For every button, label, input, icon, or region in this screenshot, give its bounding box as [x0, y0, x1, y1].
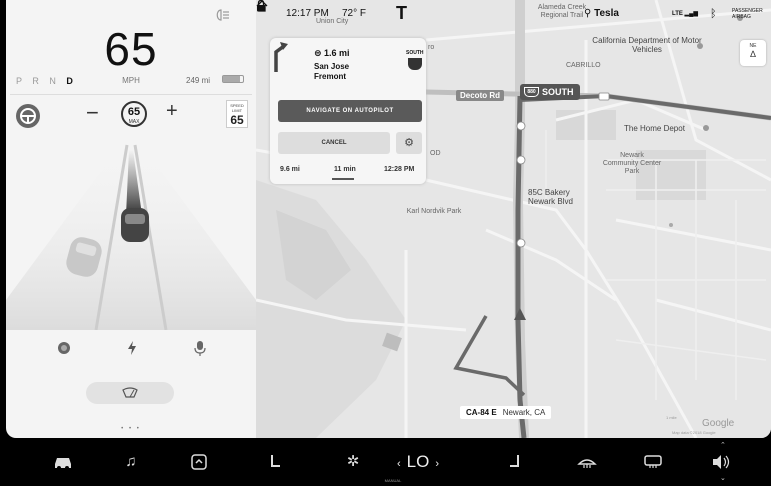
lte-label: LTE [672, 11, 683, 17]
own-car-icon [121, 208, 149, 242]
volume-icon[interactable] [710, 452, 732, 472]
road-label-decoto: Decoto Rd [456, 90, 504, 101]
shield-direction: SOUTH [406, 50, 424, 56]
homelink-icon[interactable] [256, 0, 268, 12]
tesla-screen: 65 P R N D MPH 249 mi − 65 MAX + SPEED L… [6, 0, 771, 486]
profile-name: Tesla [594, 8, 619, 19]
compass-button[interactable]: NE ∆ [740, 40, 766, 66]
map-scale: 1 mile [666, 415, 677, 420]
tesla-logo-icon[interactable]: T [396, 4, 414, 22]
outside-temperature: 72° F [342, 8, 367, 19]
trip-eta: 12:28 PM [384, 166, 415, 173]
app-launcher-icon[interactable] [188, 452, 210, 472]
bluetooth-icon[interactable]: ᛒ [710, 8, 717, 20]
cellular-signal: LTE ▂▄▆ [672, 11, 699, 17]
temperature-value: LO [406, 452, 430, 471]
driver-profile[interactable]: ⚲ Tesla [584, 8, 619, 19]
turn-road-line1: San Jose [314, 62, 350, 71]
speed-unit: MPH [122, 76, 140, 85]
set-speed-max-label: MAX [128, 119, 140, 125]
current-location-chip: CA-84 E Newark, CA [460, 406, 552, 419]
autopilot-visualization [6, 140, 256, 330]
google-logo: Google [702, 418, 735, 429]
rear-defrost-icon[interactable] [642, 452, 664, 472]
map-label-bakery: 85C Bakery [528, 188, 570, 197]
current-city: Newark, CA [502, 408, 546, 417]
cancel-navigation-button[interactable]: CANCEL [278, 132, 390, 154]
turn-by-turn-card: ⊜ 1.6 mi San Jose Fremont SOUTH NAVIGATE… [270, 38, 426, 184]
steering-wheel-icon[interactable] [16, 104, 40, 128]
map-label-union-city: Union City [316, 18, 349, 25]
highway-shield-icon: 880 [524, 87, 539, 97]
highway-direction: SOUTH [542, 87, 574, 97]
trip-time: 11 min [334, 166, 356, 173]
passenger-airbag-status: PASSENGER AIRBAG [732, 8, 763, 20]
charge-port-icon[interactable] [124, 340, 140, 356]
current-route: CA-84 E [466, 408, 497, 417]
increase-speed-button[interactable]: + [166, 100, 178, 123]
cabin-temperature-control[interactable]: ‹ LO › [388, 452, 448, 472]
clock: 12:17 PM [286, 8, 329, 19]
temperature-increase-button[interactable]: › [435, 458, 439, 470]
decrease-speed-button[interactable]: − [86, 100, 99, 126]
navigate-on-autopilot-button[interactable]: NAVIGATE ON AUTOPILOT [278, 100, 422, 122]
map-label-home-depot: The Home Depot [624, 124, 685, 133]
driving-panel: 65 P R N D MPH 249 mi − 65 MAX + SPEED L… [6, 0, 256, 438]
volume-down-button[interactable]: ⌄ [720, 474, 726, 482]
camera-icon[interactable] [56, 340, 72, 356]
navigation-map[interactable]: Union City Alameda Creek Regional Trail … [256, 0, 771, 438]
quick-controls [6, 340, 256, 360]
current-speed: 65 [104, 23, 158, 75]
trip-progress-bar [332, 178, 354, 180]
map-label-cabrillo: CABRILLO [566, 62, 601, 69]
map-label-ro: ro [428, 44, 435, 51]
wiper-icon [122, 387, 138, 398]
trip-distance: 9.6 mi [280, 166, 300, 173]
turn-road-line2: Fremont [314, 72, 346, 81]
front-defrost-icon[interactable] [576, 452, 598, 472]
highway-badge: 880 SOUTH [520, 84, 580, 100]
turn-left-arrow-icon [274, 42, 288, 72]
temperature-decrease-button[interactable]: ‹ [397, 458, 401, 470]
map-label-alameda-creek: Alameda Creek Regional Trail [537, 4, 587, 19]
map-label-od: OD [430, 150, 441, 157]
speed-limit-value: 65 [230, 113, 244, 127]
headlight-icon [216, 9, 229, 21]
person-icon: ⚲ [584, 8, 595, 19]
passenger-seat-heater-icon[interactable] [504, 452, 526, 472]
airbag-line2: AIRBAG [732, 14, 751, 20]
page-indicator: • • • [121, 426, 141, 432]
microphone-icon[interactable] [192, 340, 208, 356]
turn-distance: ⊜ 1.6 mi [314, 48, 350, 58]
driver-seat-heater-icon[interactable] [264, 452, 286, 472]
speed-limit-sign: SPEED LIMIT 65 [226, 100, 248, 128]
battery-icon [222, 75, 244, 83]
car-icon[interactable] [52, 452, 74, 472]
fan-icon[interactable]: ✲ [342, 452, 364, 472]
range-estimate: 249 mi [186, 76, 211, 85]
climate-mode-label: MANUAL [384, 478, 402, 483]
map-label-karl-nordvik-park: Karl Nordvik Park [406, 208, 462, 215]
navigation-settings-button[interactable]: ⚙ [396, 132, 422, 154]
bottom-dock: ♫ ✲ ‹ LO › MANUAL ⌃ ⌄ [6, 438, 771, 486]
speed-limit-label: SPEED LIMIT [230, 103, 244, 113]
interstate-shield-icon [408, 58, 422, 70]
compass-arrow-icon: ∆ [750, 49, 756, 59]
map-attribution: Map data ©2018 Google [672, 430, 716, 435]
map-label-dmv: California Department of Motor Vehicles [592, 36, 702, 54]
map-label-newark-community-center: Newark Community Center Park [602, 152, 662, 175]
wiper-button[interactable] [86, 382, 174, 404]
set-speed-indicator: 65 MAX [121, 101, 147, 127]
divider [10, 94, 252, 95]
map-label-newark-blvd: Newark Blvd [528, 197, 573, 206]
music-icon[interactable]: ♫ [120, 452, 142, 472]
exit-icon: ⊜ [314, 48, 325, 58]
volume-up-button[interactable]: ⌃ [720, 441, 726, 449]
gear-icon: ⚙ [404, 137, 414, 149]
